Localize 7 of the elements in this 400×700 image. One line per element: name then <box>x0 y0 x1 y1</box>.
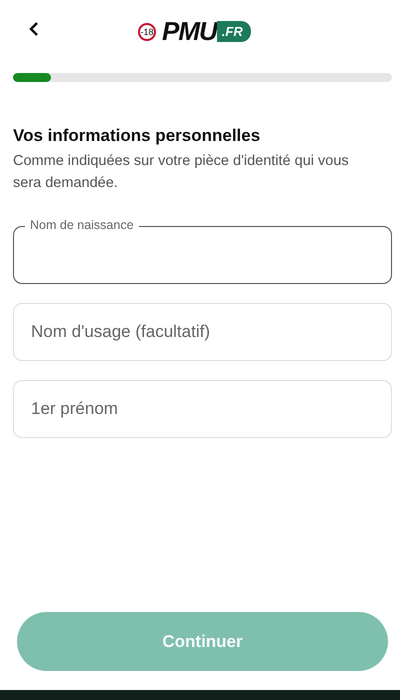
back-icon[interactable] <box>28 21 40 37</box>
age-badge: -18 <box>138 22 156 40</box>
logo-text: PMU <box>162 16 217 47</box>
section-title: Vos informations personnelles <box>13 126 262 146</box>
section-subtitle: Comme indiquées sur votre pièce d'identité qui vous sera demandée. <box>13 152 350 193</box>
field-label: Nom de naissance <box>25 218 139 232</box>
logo-badge: .FR <box>216 21 251 42</box>
